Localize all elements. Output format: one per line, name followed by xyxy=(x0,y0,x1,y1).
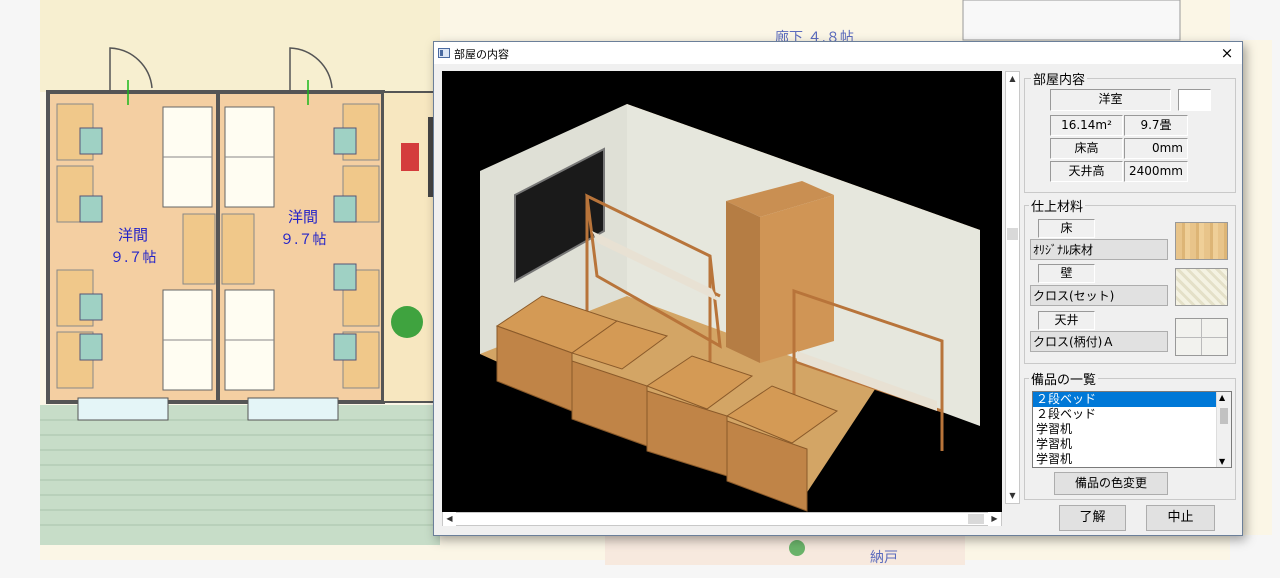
close-button[interactable]: × xyxy=(1216,43,1238,63)
area-tatami-value: 9.7畳 xyxy=(1124,115,1188,136)
list-scroll-up-icon[interactable]: ▲ xyxy=(1219,393,1225,402)
change-equipment-color-button[interactable]: 備品の色変更 xyxy=(1054,472,1168,495)
ceiling-label: 天井 xyxy=(1038,311,1095,330)
scroll-up-arrow-icon[interactable]: ▲ xyxy=(1006,72,1019,86)
room-right-label: 洋間 xyxy=(288,208,318,226)
list-item[interactable]: ２段ベッド xyxy=(1033,392,1231,407)
list-scrollbar[interactable]: ▲ ▼ xyxy=(1216,392,1231,467)
room-left-size: ９.７帖 xyxy=(110,250,156,266)
floor-material-button[interactable]: ｵﾘｼﾞﾅﾙ床材 xyxy=(1030,239,1168,260)
ceiling-height-label: 天井高 xyxy=(1050,161,1123,182)
scroll-left-arrow-icon[interactable]: ◀ xyxy=(443,512,456,526)
ceiling-height-value[interactable]: 2400mm xyxy=(1124,161,1188,182)
horizontal-scrollbar[interactable]: ◀ ▶ xyxy=(442,512,1002,526)
dialog-titlebar[interactable]: 部屋の内容 × xyxy=(434,42,1242,64)
list-item[interactable]: 学習机 xyxy=(1033,422,1231,437)
floor-texture-swatch[interactable] xyxy=(1175,222,1228,260)
ceiling-material-button[interactable]: クロス(柄付)Ａ xyxy=(1030,331,1168,352)
dialog-title: 部屋の内容 xyxy=(454,48,509,61)
list-item[interactable]: ２段ベッド xyxy=(1033,407,1231,422)
scroll-down-arrow-icon[interactable]: ▼ xyxy=(1006,489,1019,503)
closet-label: 納戸 xyxy=(870,550,898,566)
equipment-group-title: 備品の一覧 xyxy=(1029,369,1099,388)
room-left-label: 洋間 xyxy=(118,226,148,244)
equipment-list[interactable]: ２段ベッド ２段ベッド 学習机 学習机 学習机 ▲ ▼ xyxy=(1032,391,1232,468)
floor-label: 床 xyxy=(1038,219,1095,238)
finish-materials-group-title: 仕上材料 xyxy=(1029,196,1086,215)
wall-texture-swatch[interactable] xyxy=(1175,268,1228,306)
ceiling-texture-swatch[interactable] xyxy=(1175,318,1228,356)
room-3d-view[interactable] xyxy=(442,71,1002,512)
list-scroll-down-icon[interactable]: ▼ xyxy=(1219,457,1225,466)
room-info-group-title: 部屋内容 xyxy=(1031,69,1088,88)
room-type-value: 洋室 xyxy=(1050,89,1171,111)
ok-button[interactable]: 了解 xyxy=(1059,505,1126,531)
cancel-button[interactable]: 中止 xyxy=(1146,505,1215,531)
area-m2-value: 16.14m² xyxy=(1050,115,1123,136)
horizontal-scroll-thumb[interactable] xyxy=(968,514,984,524)
room-contents-dialog: 部屋の内容 × ▲ ▼ ◀ ▶ 部屋内容 洋室 16.14m² 9.7畳 床高 … xyxy=(433,41,1243,536)
room-3d-render xyxy=(480,104,980,512)
list-item[interactable]: 学習机 xyxy=(1033,452,1231,467)
vertical-scrollbar[interactable]: ▲ ▼ xyxy=(1005,71,1020,504)
wall-material-button[interactable]: クロス(セット) xyxy=(1030,285,1168,306)
wall-label: 壁 xyxy=(1038,264,1095,283)
list-item[interactable]: 学習机 xyxy=(1033,437,1231,452)
floor-height-label: 床高 xyxy=(1050,138,1123,159)
vertical-scroll-thumb[interactable] xyxy=(1007,228,1018,240)
room-color-box[interactable] xyxy=(1178,89,1211,111)
floor-height-value[interactable]: 0mm xyxy=(1124,138,1188,159)
list-scroll-thumb[interactable] xyxy=(1220,408,1228,424)
room-right-size: ９.７帖 xyxy=(280,232,326,248)
scroll-right-arrow-icon[interactable]: ▶ xyxy=(988,512,1001,526)
window-icon xyxy=(438,48,450,58)
